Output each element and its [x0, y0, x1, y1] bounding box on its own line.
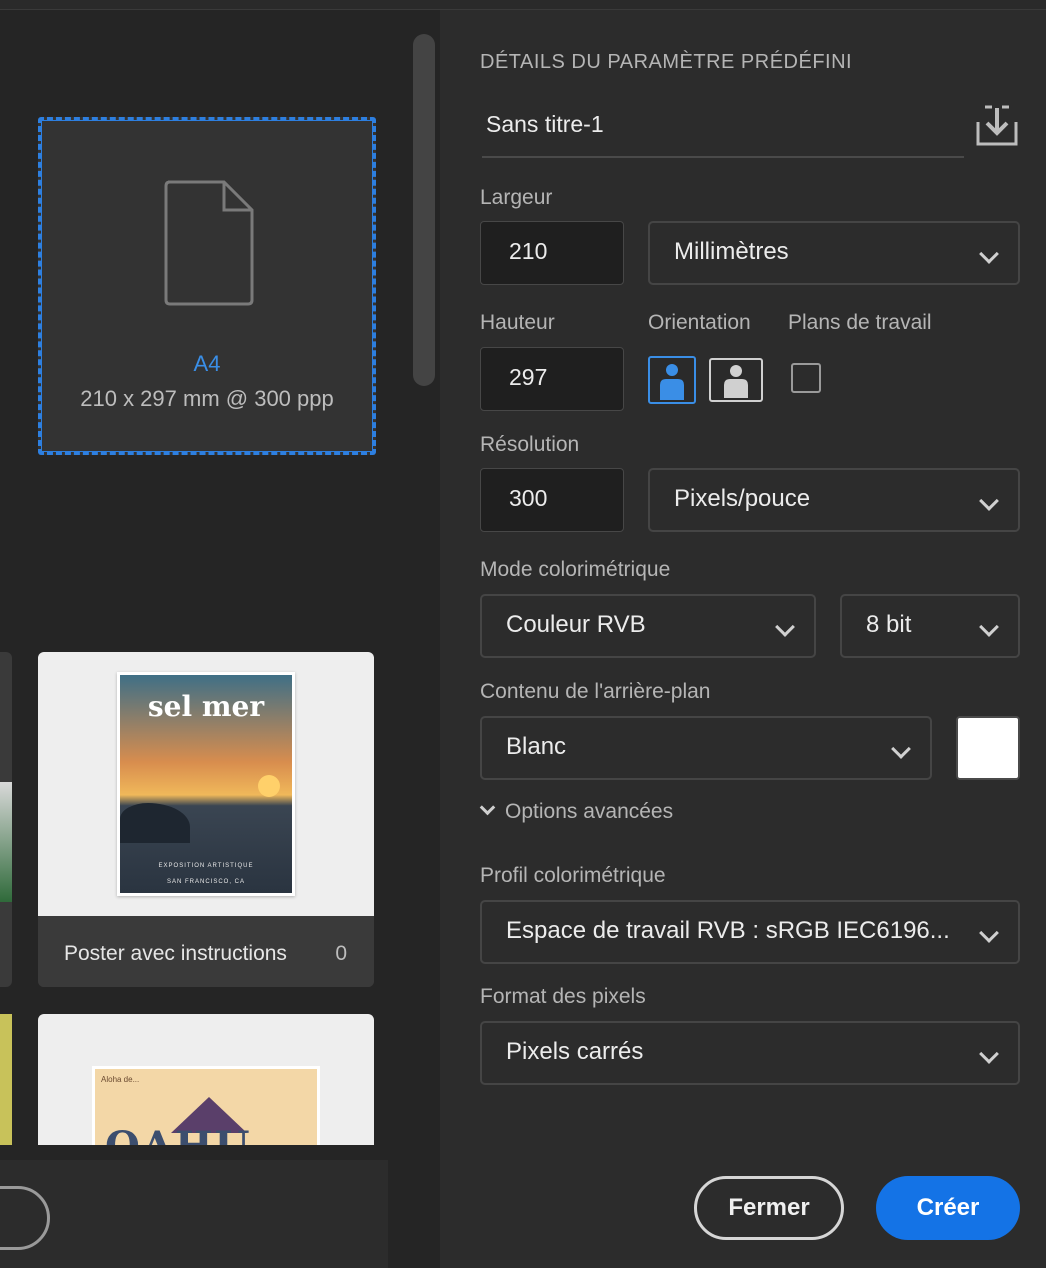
document-name-input[interactable]: Sans titre-1: [482, 106, 964, 158]
preset-size: 210 x 297 mm @ 300 ppp: [80, 386, 334, 411]
chevron-down-icon: [479, 799, 496, 816]
orientation-label: Orientation: [648, 311, 751, 334]
poster-image: sel mer EXPOSITION ARTISTIQUE SAN FRANCI…: [117, 672, 295, 896]
artboards-label: Plans de travail: [788, 311, 932, 334]
left-bottom-bar: [0, 1160, 388, 1268]
color-mode-label: Mode colorimétrique: [480, 558, 671, 581]
template-footer: Poster avec instructions 0: [38, 916, 374, 987]
chevron-down-icon: [979, 244, 999, 264]
chevron-down-icon: [891, 739, 911, 759]
width-unit-select[interactable]: Millimètres: [648, 221, 1020, 285]
oahu-title: OAHU: [105, 1123, 252, 1145]
document-icon: [164, 180, 254, 306]
artboards-checkbox[interactable]: [791, 363, 821, 393]
panel-header: DÉTAILS DU PARAMÈTRE PRÉDÉFINI: [480, 51, 853, 73]
resolution-input[interactable]: 300: [480, 468, 624, 532]
width-unit-value: Millimètres: [674, 238, 789, 265]
background-color-swatch[interactable]: [956, 716, 1020, 780]
chevron-down-icon: [979, 617, 999, 637]
chevron-down-icon: [979, 491, 999, 511]
width-label: Largeur: [480, 186, 553, 209]
poster-fine-text: EXPOSITION ARTISTIQUE: [158, 863, 254, 869]
background-value: Blanc: [506, 733, 567, 760]
color-mode-select[interactable]: Couleur RVB: [480, 594, 816, 658]
chevron-down-icon: [979, 923, 999, 943]
preset-browser: A4 210 x 297 mm @ 300 ppp sel mer EXPOSI…: [0, 10, 440, 1268]
bit-depth-select[interactable]: 8 bit: [840, 594, 1020, 658]
color-profile-value: Espace de travail RVB : sRGB IEC6196...: [506, 917, 950, 944]
pixel-aspect-label: Format des pixels: [480, 985, 646, 1008]
oahu-image: Aloha de... OAHU: [92, 1066, 320, 1145]
template-card-partial[interactable]: [0, 652, 12, 987]
save-preset-icon[interactable]: [975, 104, 1019, 148]
landscape-icon: [712, 361, 760, 399]
template-count: 0: [335, 942, 347, 965]
pixel-aspect-value: Pixels carrés: [506, 1038, 644, 1065]
template-card-oahu[interactable]: Aloha de... OAHU: [38, 1014, 374, 1145]
background-label: Contenu de l'arrière-plan: [480, 680, 711, 703]
color-mode-value: Couleur RVB: [506, 611, 646, 638]
bit-depth-value: 8 bit: [866, 611, 912, 638]
resolution-unit-value: Pixels/pouce: [674, 485, 811, 512]
chevron-down-icon: [775, 617, 795, 637]
template-card-poster[interactable]: sel mer EXPOSITION ARTISTIQUE SAN FRANCI…: [38, 652, 374, 987]
color-profile-label: Profil colorimétrique: [480, 864, 666, 887]
height-input[interactable]: 297: [480, 347, 624, 411]
top-border: [0, 0, 1046, 10]
preset-name: A4: [193, 351, 221, 376]
pixel-aspect-select[interactable]: Pixels carrés: [480, 1021, 1020, 1085]
portrait-icon: [651, 359, 693, 401]
resolution-unit-select[interactable]: Pixels/pouce: [648, 468, 1020, 532]
orientation-portrait-button[interactable]: [648, 356, 696, 404]
width-input[interactable]: 210: [480, 221, 624, 285]
height-label: Hauteur: [480, 311, 555, 334]
preset-card-a4[interactable]: A4 210 x 297 mm @ 300 ppp: [38, 117, 376, 455]
poster-fine-text: SAN FRANCISCO, CA: [166, 879, 245, 885]
template-title: Poster avec instructions: [64, 942, 287, 965]
template-thumbnail: sel mer EXPOSITION ARTISTIQUE SAN FRANCI…: [38, 652, 374, 916]
preset-details-panel: DÉTAILS DU PARAMÈTRE PRÉDÉFINI Sans titr…: [440, 10, 1046, 1268]
chevron-down-icon: [979, 1044, 999, 1064]
advanced-options-toggle[interactable]: Options avancées: [479, 799, 674, 824]
close-button[interactable]: Fermer: [694, 1176, 844, 1240]
orientation-landscape-button[interactable]: [709, 358, 763, 402]
resolution-label: Résolution: [480, 433, 580, 456]
oahu-small-text: Aloha de...: [101, 1075, 140, 1084]
left-pill-button[interactable]: [0, 1186, 50, 1250]
template-card-partial[interactable]: [0, 1014, 12, 1145]
advanced-options-label: Options avancées: [505, 800, 674, 823]
create-button[interactable]: Créer: [876, 1176, 1020, 1240]
color-profile-select[interactable]: Espace de travail RVB : sRGB IEC6196...: [480, 900, 1020, 964]
poster-logo: sel mer: [147, 690, 265, 723]
preset-scrollbar[interactable]: [413, 34, 435, 386]
background-select[interactable]: Blanc: [480, 716, 932, 780]
